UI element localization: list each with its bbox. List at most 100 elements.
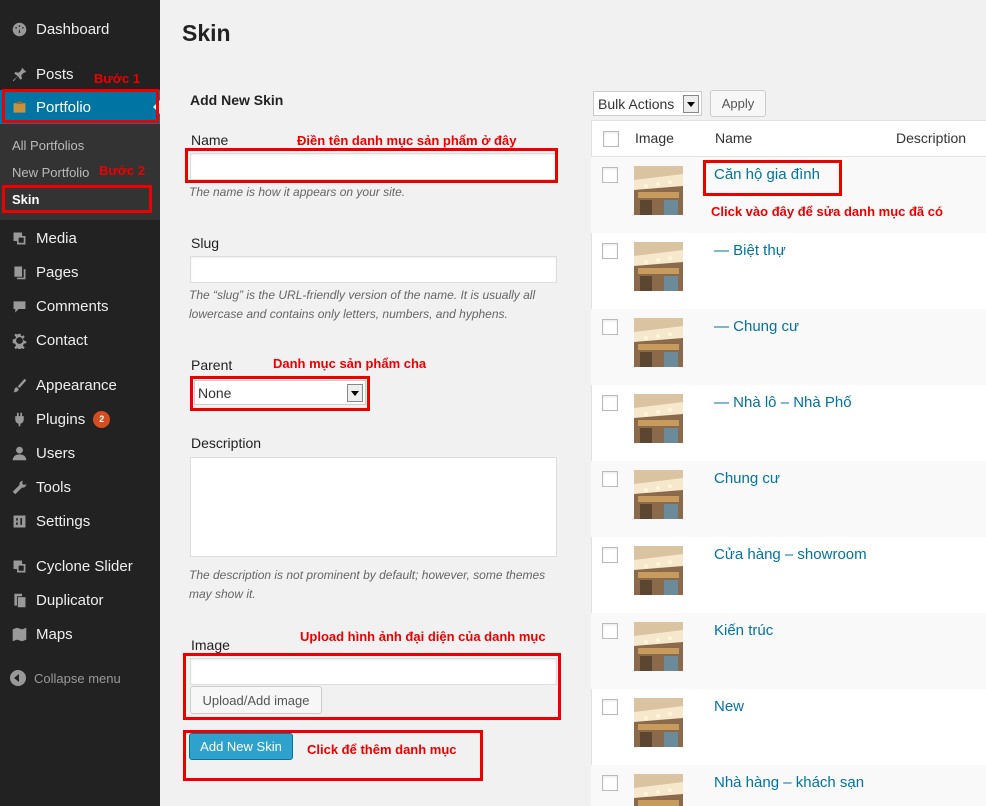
skin-thumbnail (634, 470, 683, 519)
skin-thumbnail (634, 166, 683, 215)
menu-label: Contact (36, 331, 88, 349)
menu-contact[interactable]: Contact (0, 323, 160, 357)
menu-label: Cyclone Slider (36, 557, 133, 575)
bulk-actions-select[interactable]: Bulk Actions (593, 91, 702, 116)
row-checkbox[interactable] (602, 775, 618, 791)
menu-plugins[interactable]: Plugins 2 (0, 402, 160, 436)
media-icon (9, 228, 29, 248)
annotation-box-edit (703, 160, 842, 196)
menu-cyclone-slider[interactable]: Cyclone Slider (0, 549, 160, 583)
annotation-name-note: Điền tên danh mục sản phẩm ở đây (297, 133, 517, 148)
skin-thumbnail (634, 622, 683, 671)
table-row: Cửa hàng – showroom (591, 537, 986, 613)
skin-name-link[interactable]: — Nhà lô – Nhà Phố (714, 394, 852, 411)
annotation-box-step2 (2, 185, 152, 213)
parent-label: Parent (191, 357, 233, 373)
annotation-step2: Bước 2 (99, 163, 146, 178)
skin-name-link[interactable]: Cửa hàng – showroom (714, 546, 867, 563)
name-label: Name (191, 132, 229, 148)
name-help: The name is how it appears on your site. (189, 185, 406, 199)
row-checkbox[interactable] (602, 167, 618, 183)
annotation-edit-note: Click vào đây để sửa danh mục đã có (711, 204, 943, 219)
row-checkbox[interactable] (602, 547, 618, 563)
annotation-box-name (185, 148, 558, 183)
description-label: Description (191, 435, 262, 451)
annotation-box-parent (190, 376, 370, 411)
menu-label: Duplicator (36, 591, 104, 609)
menu-label: Comments (36, 297, 109, 315)
skin-thumbnail (634, 394, 683, 443)
annotation-image-note: Upload hình ảnh đại diện của danh mục (300, 629, 546, 644)
skin-thumbnail (634, 318, 683, 367)
annotation-step1: Bước 1 (94, 71, 141, 86)
menu-label: Tools (36, 478, 72, 496)
skin-name-link[interactable]: — Biệt thự (714, 242, 786, 259)
settings-icon (9, 511, 29, 531)
collapse-label: Collapse menu (34, 670, 121, 686)
column-name[interactable]: Name (715, 130, 752, 146)
slug-help: The “slug” is the URL-friendly version o… (189, 288, 536, 321)
annotation-box-image (183, 653, 561, 720)
row-checkbox[interactable] (602, 699, 618, 715)
select-all-checkbox[interactable] (603, 131, 619, 147)
description-textarea[interactable] (190, 457, 557, 557)
menu-pages[interactable]: Pages (0, 255, 160, 289)
user-icon (9, 443, 29, 463)
description-help: The description is not prominent by defa… (189, 568, 546, 601)
chevron-down-icon (683, 95, 699, 113)
menu-label: Media (36, 229, 77, 247)
row-checkbox[interactable] (602, 319, 618, 335)
skin-thumbnail (634, 774, 683, 806)
apply-button[interactable]: Apply (710, 90, 766, 117)
menu-dashboard[interactable]: Dashboard (0, 12, 160, 46)
table-row: Nhà hàng – khách sạn (591, 765, 986, 806)
menu-appearance[interactable]: Appearance (0, 368, 160, 402)
row-checkbox[interactable] (602, 395, 618, 411)
menu-users[interactable]: Users (0, 436, 160, 470)
page-title: Skin (182, 20, 231, 46)
menu-duplicator[interactable]: Duplicator (0, 583, 160, 617)
skin-name-link[interactable]: Chung cư (714, 470, 780, 487)
dashboard-icon (9, 19, 29, 39)
media-icon (9, 556, 29, 576)
column-description: Description (896, 130, 967, 146)
skin-name-link[interactable]: — Chung cư (714, 318, 799, 335)
collapse-menu-button[interactable]: Collapse menu (0, 665, 160, 691)
slug-input[interactable] (190, 256, 557, 283)
table-row: Kiến trúc (591, 613, 986, 689)
submenu-all-portfolios[interactable]: All Portfolios (12, 138, 84, 153)
skin-name-link[interactable]: New (714, 698, 744, 715)
menu-settings[interactable]: Settings (0, 504, 160, 538)
table-row: — Biệt thự (591, 233, 986, 309)
map-icon (9, 624, 29, 644)
menu-maps[interactable]: Maps (0, 617, 160, 651)
menu-label: Plugins (36, 410, 86, 428)
menu-label: Settings (36, 512, 91, 530)
table-row: New (591, 689, 986, 765)
menu-label: Posts (36, 65, 74, 83)
menu-comments[interactable]: Comments (0, 289, 160, 323)
annotation-parent-note: Danh mục sản phẩm cha (273, 356, 427, 371)
row-checkbox[interactable] (602, 243, 618, 259)
menu-label: Users (36, 444, 76, 462)
skin-name-link[interactable]: Nhà hàng – khách sạn (714, 774, 864, 791)
skin-name-link[interactable]: Kiến trúc (714, 622, 773, 639)
row-checkbox[interactable] (602, 471, 618, 487)
submenu-new-portfolio[interactable]: New Portfolio (12, 165, 89, 180)
wrench-icon (9, 477, 29, 497)
pages-icon (9, 262, 29, 282)
menu-label: Pages (36, 263, 79, 281)
pin-icon (9, 64, 29, 84)
annotation-box-step1 (2, 89, 159, 123)
skin-thumbnail (634, 698, 683, 747)
menu-media[interactable]: Media (0, 221, 160, 255)
column-image: Image (635, 130, 674, 146)
table-row: Chung cư (591, 461, 986, 537)
row-checkbox[interactable] (602, 623, 618, 639)
menu-tools[interactable]: Tools (0, 470, 160, 504)
menu-label: Maps (36, 625, 73, 643)
skin-thumbnail (634, 242, 683, 291)
menu-label: Dashboard (36, 20, 110, 38)
duplicate-icon (9, 590, 29, 610)
update-count-badge: 2 (93, 410, 111, 428)
